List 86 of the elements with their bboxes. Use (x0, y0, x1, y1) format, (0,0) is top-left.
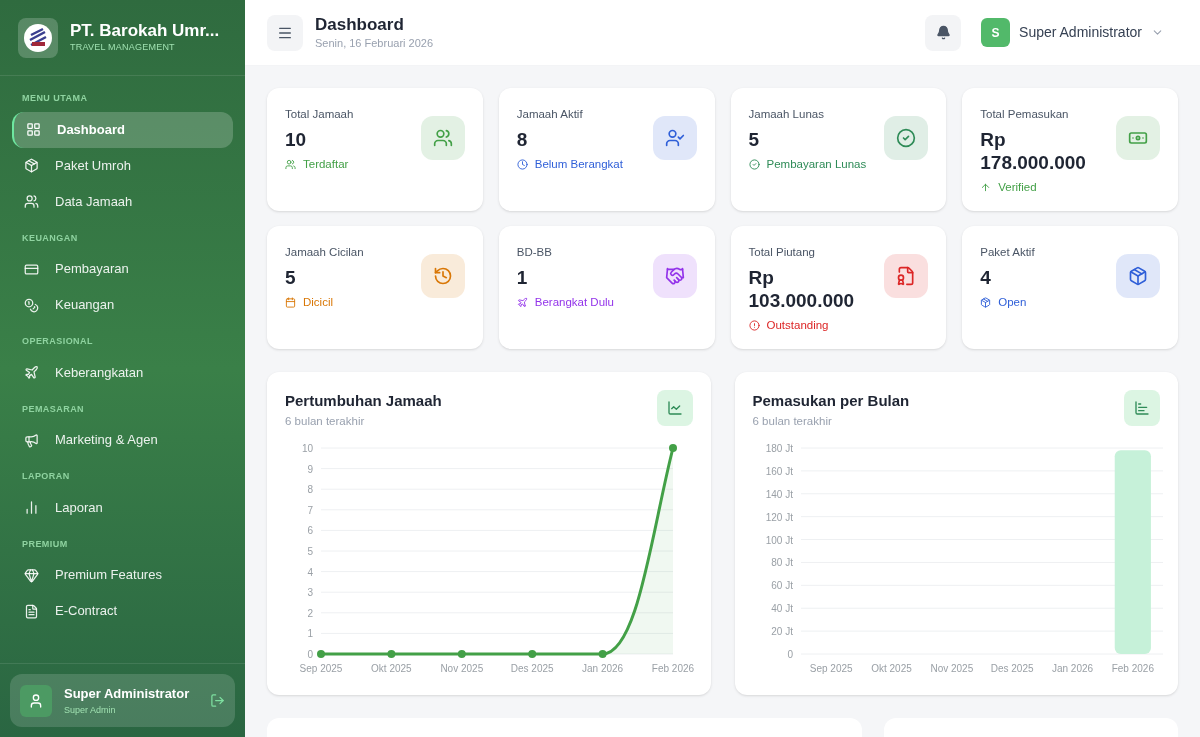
chart-subtitle: 6 bulan terakhir (285, 413, 366, 429)
axis-label: 1 (307, 628, 313, 640)
stat-value: 4 (980, 266, 992, 290)
axis-label: 8 (307, 483, 313, 495)
axis-label: Jan 2026 (1051, 662, 1093, 674)
page-title: Dashboard (315, 13, 405, 35)
axis-label: 80 Jt (770, 557, 793, 569)
stat-value: Rp 178.000.000 (980, 128, 1087, 175)
axis-label: Nov 2025 (440, 662, 484, 674)
axis-label: Jan 2026 (582, 662, 624, 674)
sidebar-item[interactable]: Keuangan (12, 287, 233, 323)
axis-label: Nov 2025 (929, 662, 973, 674)
user-role: Super Admin (64, 703, 117, 717)
axis-label: 160 Jt (765, 465, 793, 477)
sidebar-item[interactable]: Premium Features (12, 557, 233, 593)
stat-note: Terdaftar (303, 157, 349, 173)
user-name: Super Administrator (64, 685, 191, 703)
axis-label: 20 Jt (770, 625, 793, 637)
stat-note: Belum Berangkat (534, 157, 623, 173)
axis-label: 0 (307, 648, 313, 660)
axis-label: 4 (307, 566, 313, 578)
section-heading: OPERASIONAL (21, 335, 94, 348)
axis-label: 180 Jt (765, 442, 793, 454)
stat-value: Rp 103.000.000 (748, 266, 856, 313)
section-heading: MENU UTAMA (21, 92, 89, 105)
axis-label: 40 Jt (770, 602, 793, 614)
chart-title: Pertumbuhan Jamaah (285, 391, 442, 411)
user-card[interactable]: Super Administrator Super Admin (10, 674, 235, 727)
sidebar-item[interactable]: Pembayaran (12, 251, 233, 287)
stat-note: Verified (998, 180, 1037, 196)
axis-label: Okt 2025 (371, 662, 412, 674)
section-heading: PREMIUM (21, 537, 69, 551)
stat-value: 5 (748, 128, 761, 152)
axis-label: Feb 2026 (651, 662, 695, 674)
sidebar-item[interactable]: Data Jamaah (12, 183, 233, 220)
brand-name: PT. Barokah Umr... (70, 20, 220, 42)
stat-label: Total Pemasukan (980, 107, 1070, 122)
stat-label: BD-BB (516, 245, 553, 260)
axis-label: Des 2025 (990, 662, 1034, 674)
stat-note: Berangkat Dulu (534, 295, 615, 311)
axis-label: 7 (307, 504, 313, 516)
stat-note: Dicicil (303, 295, 334, 311)
section-heading: LAPORAN (21, 470, 71, 483)
stat-label: Paket Aktif (980, 245, 1035, 260)
stat-value: 8 (516, 128, 529, 152)
axis-label: 100 Jt (765, 534, 793, 546)
chart-subtitle: 6 bulan terakhir (752, 413, 833, 429)
axis-label: 60 Jt (770, 580, 793, 592)
brand-tagline: TRAVEL MANAGEMENT (70, 41, 176, 55)
axis-label: 5 (307, 545, 313, 557)
sidebar-item[interactable]: E-Contract (12, 593, 233, 629)
axis-label: 9 (307, 463, 313, 475)
stat-value: 10 (285, 128, 308, 152)
section-heading: KEUANGAN (21, 231, 79, 245)
chart-title: Pemasukan per Bulan (752, 391, 910, 411)
axis-label: Feb 2026 (1111, 662, 1154, 674)
stat-note: Outstanding (766, 318, 829, 334)
stat-note: Open (998, 295, 1027, 311)
stat-label: Total Jamaah (285, 107, 354, 122)
sidebar-item[interactable]: Keberangkatan (12, 354, 233, 391)
stat-label: Jamaah Lunas (748, 107, 825, 122)
sidebar-item[interactable]: Dashboard (12, 111, 233, 148)
page-date: Senin, 16 Februari 2026 (315, 35, 435, 51)
sidebar-item[interactable]: Paket Umroh (12, 147, 233, 184)
axis-label: 3 (307, 586, 313, 598)
axis-label: Sep 2025 (809, 662, 853, 674)
axis-label: 10 (301, 442, 313, 454)
sidebar-item[interactable]: Laporan (12, 489, 233, 526)
stat-label: Total Piutang (748, 245, 816, 260)
axis-label: 140 Jt (765, 488, 793, 500)
axis-label: Des 2025 (510, 662, 554, 674)
stat-note: Pembayaran Lunas (766, 157, 867, 173)
user-menu[interactable]: S Super Administrator (981, 18, 1164, 47)
axis-label: 6 (307, 525, 313, 537)
axis-label: 0 (786, 648, 793, 660)
axis-label: 2 (307, 607, 313, 619)
stat-label: Jamaah Cicilan (285, 245, 364, 260)
stat-value: 1 (516, 266, 529, 290)
axis-label: 120 Jt (765, 511, 793, 523)
stat-label: Jamaah Aktif (516, 107, 584, 122)
sidebar-item[interactable]: Marketing & Agen (12, 422, 233, 458)
stat-value: 5 (285, 266, 297, 290)
axis-label: Okt 2025 (870, 662, 912, 674)
user-avatar: S (981, 18, 1011, 47)
axis-label: Sep 2025 (299, 662, 343, 674)
section-heading: PEMASARAN (21, 402, 86, 416)
